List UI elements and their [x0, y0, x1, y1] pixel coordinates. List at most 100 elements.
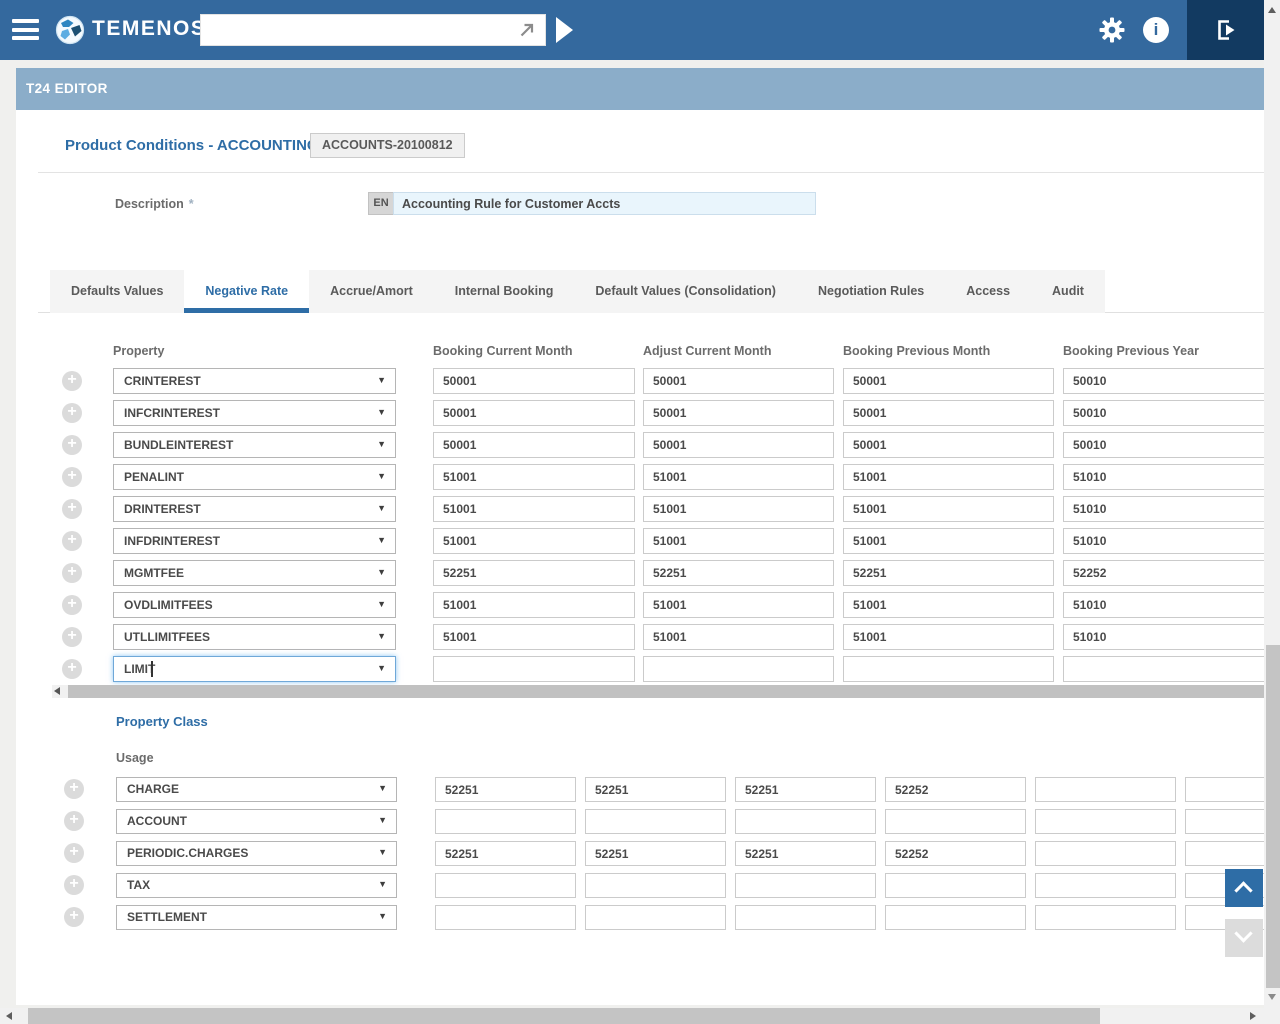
adjust-current-month-input[interactable]	[643, 464, 834, 490]
usage-value-input[interactable]	[885, 873, 1026, 898]
usage-select[interactable]: ACCOUNT▼	[116, 809, 397, 834]
property-select[interactable]: CRINTEREST▼	[113, 368, 396, 394]
usage-value-input[interactable]	[1185, 777, 1264, 802]
usage-select[interactable]: PERIODIC.CHARGES▼	[116, 841, 397, 866]
booking-current-month-input[interactable]	[433, 496, 635, 522]
usage-value-input[interactable]	[585, 905, 726, 930]
booking-current-month-input[interactable]	[433, 592, 635, 618]
adjust-current-month-input[interactable]	[643, 624, 834, 650]
usage-value-input[interactable]	[735, 905, 876, 930]
booking-previous-month-input[interactable]	[843, 400, 1054, 426]
booking-previous-month-input[interactable]	[843, 624, 1054, 650]
booking-previous-month-input[interactable]	[843, 528, 1054, 554]
usage-value-input[interactable]	[585, 873, 726, 898]
scrollbar-right-arrow-icon[interactable]	[1250, 1012, 1256, 1020]
booking-previous-year-input[interactable]	[1063, 592, 1264, 618]
booking-previous-year-input[interactable]	[1063, 496, 1264, 522]
booking-current-month-input[interactable]	[433, 432, 635, 458]
booking-previous-year-input[interactable]	[1063, 624, 1264, 650]
usage-value-input[interactable]	[435, 809, 576, 834]
usage-value-input[interactable]	[1035, 905, 1176, 930]
sign-out-button[interactable]	[1187, 0, 1264, 60]
usage-value-input[interactable]	[1035, 809, 1176, 834]
usage-value-input[interactable]	[1035, 841, 1176, 866]
booking-previous-year-input[interactable]	[1063, 560, 1264, 586]
tab-negotiation-rules[interactable]: Negotiation Rules	[797, 270, 945, 313]
property-select[interactable]: OVDLIMITFEES▼	[113, 592, 396, 618]
booking-previous-month-input[interactable]	[843, 496, 1054, 522]
description-input[interactable]	[393, 192, 816, 215]
tab-audit[interactable]: Audit	[1031, 270, 1105, 313]
booking-current-month-input[interactable]	[433, 400, 635, 426]
usage-value-input[interactable]	[585, 841, 726, 866]
adjust-current-month-input[interactable]	[643, 656, 834, 682]
booking-current-month-input[interactable]	[433, 368, 635, 394]
adjust-current-month-input[interactable]	[643, 368, 834, 394]
property-select[interactable]: INFDRINTEREST▼	[113, 528, 396, 554]
add-row-button[interactable]: +	[62, 627, 82, 647]
add-row-button[interactable]: +	[64, 843, 84, 863]
booking-previous-month-input[interactable]	[843, 592, 1054, 618]
property-select[interactable]: BUNDLEINTEREST▼	[113, 432, 396, 458]
tab-default-values-consolidation[interactable]: Default Values (Consolidation)	[574, 270, 797, 313]
grid-horizontal-scrollbar-thumb[interactable]	[68, 685, 1264, 698]
usage-value-input[interactable]	[1185, 809, 1264, 834]
add-row-button[interactable]: +	[62, 499, 82, 519]
usage-value-input[interactable]	[1035, 777, 1176, 802]
add-row-button[interactable]: +	[64, 811, 84, 831]
usage-value-input[interactable]	[885, 777, 1026, 802]
scrollbar-up-arrow-icon[interactable]	[1268, 7, 1276, 13]
booking-current-month-input[interactable]	[433, 656, 635, 682]
booking-current-month-input[interactable]	[433, 560, 635, 586]
property-select[interactable]: MGMTFEE▼	[113, 560, 396, 586]
add-row-button[interactable]: +	[62, 371, 82, 391]
booking-previous-month-input[interactable]	[843, 560, 1054, 586]
usage-value-input[interactable]	[585, 809, 726, 834]
booking-previous-year-input[interactable]	[1063, 400, 1264, 426]
adjust-current-month-input[interactable]	[643, 496, 834, 522]
usage-value-input[interactable]	[435, 841, 576, 866]
add-row-button[interactable]: +	[64, 779, 84, 799]
search-input[interactable]	[200, 14, 546, 46]
usage-select[interactable]: SETTLEMENT▼	[116, 905, 397, 930]
info-icon[interactable]: i	[1143, 17, 1169, 43]
adjust-current-month-input[interactable]	[643, 432, 834, 458]
booking-previous-year-input[interactable]	[1063, 528, 1264, 554]
booking-previous-month-input[interactable]	[843, 432, 1054, 458]
usage-value-input[interactable]	[885, 841, 1026, 866]
gear-icon[interactable]	[1099, 17, 1125, 48]
usage-value-input[interactable]	[885, 809, 1026, 834]
scrollbar-down-arrow-icon[interactable]	[1268, 994, 1276, 1000]
play-icon[interactable]	[556, 17, 573, 43]
usage-value-input[interactable]	[585, 777, 726, 802]
booking-current-month-input[interactable]	[433, 624, 635, 650]
scrollbar-left-arrow-icon[interactable]	[6, 1012, 12, 1020]
hamburger-icon[interactable]	[12, 19, 39, 45]
booking-previous-month-input[interactable]	[843, 656, 1054, 682]
booking-previous-year-input[interactable]	[1063, 368, 1264, 394]
add-row-button[interactable]: +	[62, 467, 82, 487]
usage-value-input[interactable]	[735, 809, 876, 834]
booking-previous-month-input[interactable]	[843, 368, 1054, 394]
tab-internal-booking[interactable]: Internal Booking	[434, 270, 575, 313]
property-select[interactable]: UTLLIMITFEES▼	[113, 624, 396, 650]
scroll-to-bottom-button[interactable]	[1225, 919, 1263, 957]
tab-defaults-values[interactable]: Defaults Values	[50, 270, 184, 313]
scroll-to-top-button[interactable]	[1225, 869, 1263, 907]
add-row-button[interactable]: +	[62, 659, 82, 679]
property-select[interactable]: INFCRINTEREST▼	[113, 400, 396, 426]
adjust-current-month-input[interactable]	[643, 592, 834, 618]
booking-previous-month-input[interactable]	[843, 464, 1054, 490]
usage-value-input[interactable]	[735, 841, 876, 866]
usage-value-input[interactable]	[735, 873, 876, 898]
tab-access[interactable]: Access	[945, 270, 1031, 313]
property-select[interactable]: DRINTEREST▼	[113, 496, 396, 522]
usage-select[interactable]: TAX▼	[116, 873, 397, 898]
tab-accrue-amort[interactable]: Accrue/Amort	[309, 270, 434, 313]
adjust-current-month-input[interactable]	[643, 528, 834, 554]
usage-value-input[interactable]	[435, 905, 576, 930]
adjust-current-month-input[interactable]	[643, 400, 834, 426]
add-row-button[interactable]: +	[62, 563, 82, 583]
adjust-current-month-input[interactable]	[643, 560, 834, 586]
usage-value-input[interactable]	[1035, 873, 1176, 898]
